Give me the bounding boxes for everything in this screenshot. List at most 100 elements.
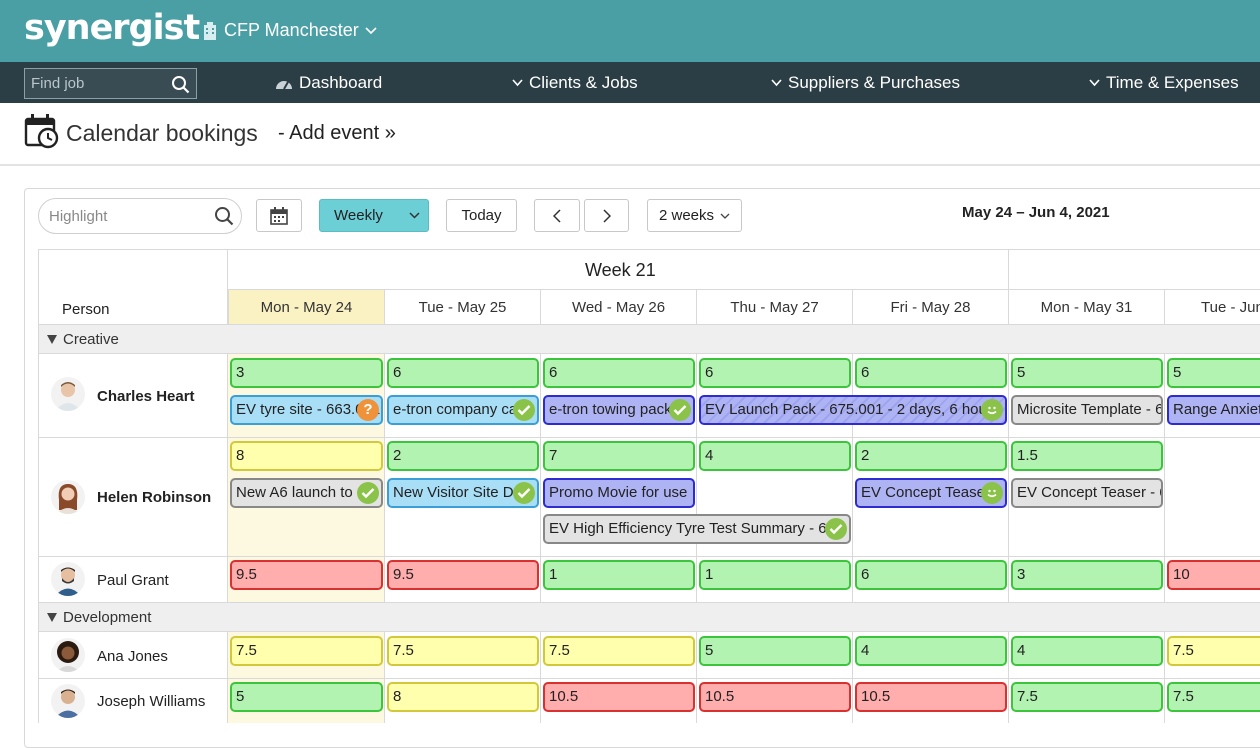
hours-cell[interactable]: 7.5 (543, 636, 695, 666)
person-row-helen-robinson[interactable]: Helen Robinson (39, 438, 227, 556)
calendar-clock-icon (24, 114, 59, 149)
hours-cell[interactable]: 6 (699, 358, 851, 388)
hours-cell[interactable]: 10.5 (699, 682, 851, 712)
hours-cell[interactable]: 6 (855, 560, 1007, 590)
view-select-value: Weekly (334, 207, 383, 224)
group-toggle-creative[interactable]: Creative (47, 331, 119, 348)
chevron-down-icon (771, 79, 782, 87)
day-header-wed-may-26: Wed - May 26 (540, 290, 696, 324)
job-booking[interactable]: EV Concept Teaser (855, 478, 1007, 508)
hours-cell[interactable]: 1 (699, 560, 851, 590)
question-icon: ? (357, 399, 379, 421)
day-header-mon-may-24: Mon - May 24 (228, 290, 384, 324)
date-picker-button[interactable] (256, 199, 302, 232)
org-name: CFP Manchester (224, 20, 359, 40)
nav-time-expenses[interactable]: Time & Expenses (1089, 73, 1239, 93)
today-button[interactable]: Today (446, 199, 517, 232)
hours-cell[interactable]: 4 (699, 441, 851, 471)
next-button[interactable] (584, 199, 629, 232)
hours-cell[interactable]: 7.5 (1167, 682, 1260, 712)
week-label: Week 21 (585, 260, 656, 280)
hours-cell[interactable]: 5 (699, 636, 851, 666)
prev-button[interactable] (534, 199, 580, 232)
group-row-development: Development (39, 602, 1260, 632)
hours-cell[interactable]: 5 (1011, 358, 1163, 388)
hours-cell[interactable]: 7.5 (1011, 682, 1163, 712)
hours-cell[interactable]: 8 (230, 441, 383, 471)
nav-clients-jobs[interactable]: Clients & Jobs (512, 73, 638, 93)
hours-cell[interactable]: 4 (855, 636, 1007, 666)
hours-cell[interactable]: 6 (543, 358, 695, 388)
hours-cell[interactable]: 10.5 (855, 682, 1007, 712)
job-booking[interactable]: Microsite Template - 6 (1011, 395, 1163, 425)
hours-cell[interactable]: 1.5 (1011, 441, 1163, 471)
job-booking[interactable]: New A6 launch to (230, 478, 383, 508)
hours-cell[interactable]: 6 (855, 358, 1007, 388)
grid-border-top (39, 249, 1260, 250)
job-booking[interactable]: e-tron towing pack (543, 395, 695, 425)
job-booking[interactable]: EV Concept Teaser - 6 (1011, 478, 1163, 508)
hours-cell[interactable]: 8 (387, 682, 539, 712)
hours-cell[interactable]: 3 (1011, 560, 1163, 590)
job-title: New Visitor Site D (393, 484, 514, 501)
top-bar: synergist CFP Manchester (0, 0, 1260, 62)
range-select-value: 2 weeks (658, 207, 715, 224)
search-icon[interactable] (171, 75, 190, 94)
add-event-link[interactable]: - Add event » (278, 122, 396, 145)
job-booking[interactable]: EV High Efficiency Tyre Test Summary - 6 (543, 514, 851, 544)
page-title: Calendar bookings (66, 120, 258, 146)
org-selector[interactable]: CFP Manchester (202, 20, 377, 41)
group-label: Development (63, 609, 152, 626)
hours-cell[interactable]: 2 (855, 441, 1007, 471)
job-title: Promo Movie for use (549, 484, 688, 501)
person-row-joseph-williams[interactable]: Joseph Williams (39, 679, 227, 723)
find-job-input[interactable] (25, 69, 165, 98)
hours-cell[interactable]: 2 (387, 441, 539, 471)
hours-cell[interactable]: 10 (1167, 560, 1260, 590)
hours-cell[interactable]: 7 (543, 441, 695, 471)
job-title: Microsite Template - 6 (1017, 401, 1163, 418)
person-name: Paul Grant (97, 572, 169, 589)
person-row-ana-jones[interactable]: Ana Jones (39, 633, 227, 678)
job-booking[interactable]: New Visitor Site D (387, 478, 539, 508)
hours-cell[interactable]: 10.5 (543, 682, 695, 712)
hours-cell[interactable]: 7.5 (387, 636, 539, 666)
day-header-tue-may-25: Tue - May 25 (384, 290, 540, 324)
nav-suppliers-purchases[interactable]: Suppliers & Purchases (771, 73, 960, 93)
person-name: Joseph Williams (97, 693, 206, 710)
person-name: Ana Jones (97, 648, 168, 665)
job-booking[interactable]: EV tyre site - 663.001 ? (230, 395, 383, 425)
triangle-down-icon (47, 335, 57, 344)
job-title: Range Anxiety (1173, 401, 1260, 418)
hours-cell[interactable]: 7.5 (230, 636, 383, 666)
range-select[interactable]: 2 weeks (647, 199, 742, 232)
nav-dashboard[interactable]: Dashboard (275, 73, 382, 93)
person-row-charles-heart[interactable]: Charles Heart (39, 355, 227, 437)
hours-cell[interactable]: 9.5 (230, 560, 383, 590)
hours-cell[interactable]: 3 (230, 358, 383, 388)
job-booking[interactable]: Range Anxiety (1167, 395, 1260, 425)
highlight-box (38, 198, 242, 234)
hours-cell[interactable]: 5 (1167, 358, 1260, 388)
person-row-paul-grant[interactable]: Paul Grant (39, 557, 227, 602)
view-select[interactable]: Weekly (319, 199, 429, 232)
hours-cell[interactable]: 7.5 (1167, 636, 1260, 666)
job-booking[interactable]: Promo Movie for use (543, 478, 695, 508)
highlight-input[interactable] (49, 205, 209, 227)
job-booking[interactable]: e-tron company car (387, 395, 539, 425)
hours-cell[interactable]: 1 (543, 560, 695, 590)
hours-cell[interactable]: 6 (387, 358, 539, 388)
search-icon[interactable] (214, 206, 234, 226)
job-booking[interactable]: EV Launch Pack - 675.001 - 2 days, 6 hou… (699, 395, 1007, 425)
synergist-logo[interactable]: synergist (24, 8, 200, 48)
hours-cell[interactable]: 5 (230, 682, 383, 712)
avatar (51, 684, 85, 718)
check-icon (825, 518, 847, 540)
hours-cell[interactable]: 9.5 (387, 560, 539, 590)
job-title: New A6 launch to (236, 484, 353, 501)
check-icon (357, 482, 379, 504)
hours-cell[interactable]: 4 (1011, 636, 1163, 666)
group-toggle-development[interactable]: Development (47, 609, 151, 626)
job-title: e-tron company car (393, 401, 523, 418)
day-header-thu-may-27: Thu - May 27 (696, 290, 852, 324)
